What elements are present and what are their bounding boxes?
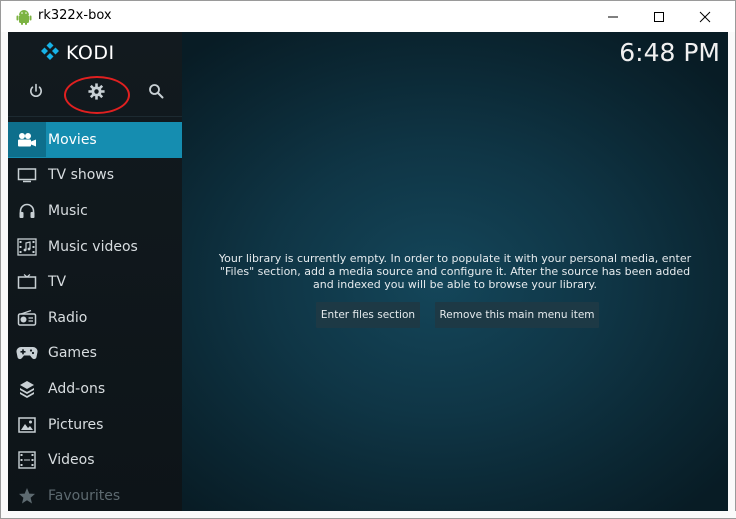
menu-item-label: TV [48,274,67,291]
menu-item-favourites[interactable]: Favourites [8,478,182,513]
message-line: and indexed you will be able to browse y… [313,278,597,291]
sidebar: KODI Movies TV shows Music Music videos … [8,32,182,513]
maximize-button[interactable] [636,1,682,32]
menu-item-label: Pictures [48,416,104,433]
menu-item-tv-shows[interactable]: TV shows [8,158,182,194]
kodi-logo: KODI [40,42,115,64]
music-videos-icon [8,229,46,264]
remove-main-menu-item-button[interactable]: Remove this main menu item [435,302,599,328]
search-icon [148,83,164,103]
sidebar-divider [8,116,182,117]
menu-item-add-ons[interactable]: Add-ons [8,371,182,407]
app-window: rk322x-box KODI Movies TV shows Music Mu… [0,0,736,519]
videos-icon [8,443,46,478]
radio-icon [8,300,46,335]
headphones-icon [8,193,46,228]
menu-item-videos[interactable]: Videos [8,442,182,478]
menu-item-label: Games [48,345,97,362]
menu-item-music[interactable]: Music [8,193,182,229]
gamepad-icon [8,336,46,371]
window-border-right [727,32,735,513]
menu-item-pictures[interactable]: Pictures [8,407,182,443]
empty-library-message: Your library is currently empty. In orde… [202,252,708,291]
menu-item-music-videos[interactable]: Music videos [8,229,182,265]
menu-item-label: Videos [48,452,95,469]
main-content: Your library is currently empty. In orde… [182,32,728,513]
movies-icon [8,122,46,158]
menu-item-label: Movies [48,131,97,148]
window-titlebar[interactable]: rk322x-box [1,1,735,32]
power-button[interactable] [25,82,47,104]
minimize-button[interactable] [590,1,636,32]
close-button[interactable] [682,1,728,32]
tv-shows-icon [8,158,46,193]
menu-item-games[interactable]: Games [8,336,182,372]
menu-item-tv[interactable]: TV [8,264,182,300]
menu-item-label: Add-ons [48,380,106,397]
power-icon [28,83,44,103]
pictures-icon [8,407,46,442]
kodi-logo-icon [40,41,60,65]
search-button[interactable] [145,82,167,104]
minimize-icon [607,11,619,23]
menu-item-label: TV shows [48,167,115,184]
menu-item-label: Music videos [48,238,138,255]
android-icon [15,8,33,26]
enter-files-section-button[interactable]: Enter files section [316,302,420,328]
star-icon [8,478,46,513]
message-line: "Files" section, add a media source and … [219,265,691,278]
kodi-screen: KODI Movies TV shows Music Music videos … [8,32,728,513]
addons-icon [8,371,46,406]
menu-item-label: Radio [48,309,88,326]
menu-item-label: Music [48,202,88,219]
tv-icon [8,265,46,300]
kodi-logo-text: KODI [66,42,115,64]
window-title: rk322x-box [38,8,112,23]
window-border-bottom [1,511,736,518]
main-menu: Movies TV shows Music Music videos TV Ra… [8,122,182,513]
close-icon [699,11,711,23]
highlight-circle-annotation [64,76,130,114]
message-line: Your library is currently empty. In orde… [218,252,692,265]
maximize-icon [653,11,665,23]
menu-item-label: Favourites [48,487,121,504]
menu-item-movies[interactable]: Movies [8,122,182,158]
menu-item-radio[interactable]: Radio [8,300,182,336]
window-border-left [1,32,8,513]
